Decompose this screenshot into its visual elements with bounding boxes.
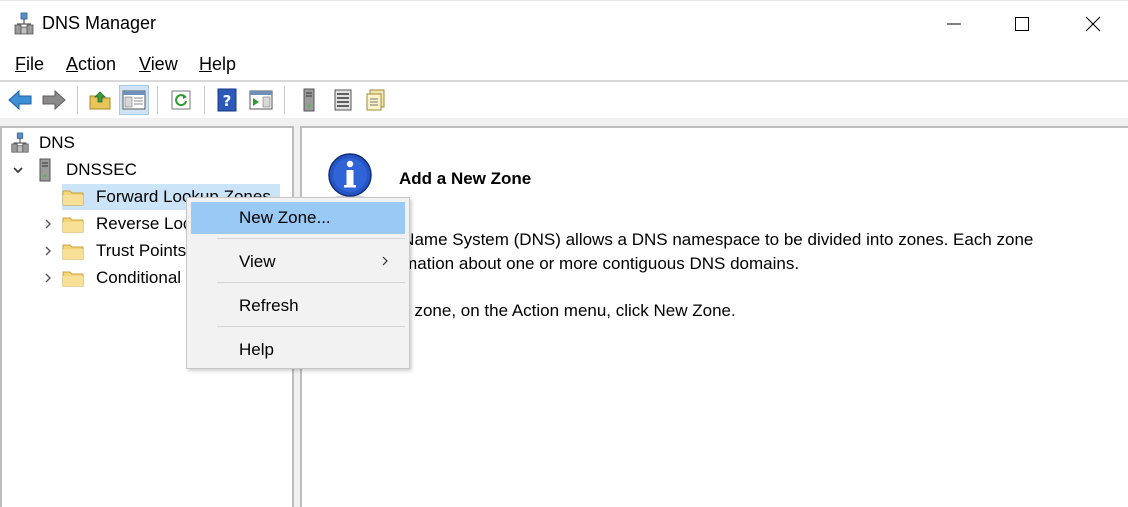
tree-node-trust-points[interactable]: Trust Points: [40, 238, 186, 264]
server-icon: [39, 158, 51, 182]
svg-text:?: ?: [223, 92, 232, 110]
tree-node-label: DNSSEC: [66, 160, 137, 179]
info-icon: [328, 153, 372, 201]
close-icon: [1085, 16, 1101, 32]
tree-node-label: Conditional: [96, 268, 182, 287]
folder-icon: [62, 271, 84, 287]
refresh-icon: [171, 90, 191, 110]
forward-button[interactable]: [39, 85, 69, 115]
toolbar-separator: [77, 86, 78, 114]
folder-icon: [62, 217, 84, 233]
properties-button[interactable]: [361, 85, 391, 115]
description-line: ew zone, on the Action menu, click New Z…: [388, 301, 736, 320]
expand-chevron-icon[interactable]: [40, 270, 56, 286]
forward-arrow-icon: [42, 89, 66, 111]
help-button[interactable]: ?: [212, 85, 242, 115]
tree-node-reverse-lookup-zones[interactable]: Reverse Loc: [40, 211, 191, 237]
close-button[interactable]: [1058, 0, 1128, 48]
menu-separator: [217, 282, 405, 283]
tree-node-server[interactable]: DNSSEC: [10, 157, 137, 183]
back-arrow-icon: [8, 89, 32, 111]
toolbar-separator: [157, 86, 158, 114]
window-title: DNS Manager: [42, 13, 157, 33]
menu-item-view[interactable]: View: [191, 246, 405, 278]
show-hide-action-pane-button[interactable]: [246, 85, 276, 115]
toolbar: ?: [0, 82, 1128, 118]
menu-item-new-zone[interactable]: New Zone...: [191, 202, 405, 234]
section-title: Add a New Zone: [399, 169, 532, 188]
expand-chevron-icon[interactable]: [40, 216, 56, 232]
menu-bar: File Action View Help: [0, 50, 1128, 80]
collapse-chevron-icon[interactable]: [10, 162, 26, 178]
toolbar-separator: [284, 86, 285, 114]
up-folder-icon: [89, 91, 111, 110]
menu-separator: [217, 326, 405, 327]
menu-item-help[interactable]: Help: [191, 334, 405, 366]
refresh-button[interactable]: [166, 85, 196, 115]
folder-icon: [62, 244, 84, 260]
toolbar-separator: [204, 86, 205, 114]
maximize-button[interactable]: [987, 0, 1057, 48]
title-bar: DNS Manager: [0, 0, 1128, 48]
properties-icon: [366, 89, 385, 111]
maximize-icon: [1015, 17, 1029, 31]
tree-node-dns[interactable]: DNS: [10, 130, 75, 156]
up-one-level-button[interactable]: [85, 85, 115, 115]
pane-gap: [0, 118, 1128, 126]
dns-manager-app-icon: [14, 12, 34, 35]
help-icon: ?: [217, 88, 237, 112]
show-hide-console-tree-button[interactable]: [119, 85, 149, 115]
tree-node-conditional-forwarders[interactable]: Conditional: [40, 265, 181, 291]
show-hide-console-tree-icon: [122, 90, 146, 110]
context-menu: New Zone... View Refresh Help: [186, 197, 410, 369]
tree-node-label: Trust Points: [96, 241, 187, 260]
menu-separator: [217, 238, 405, 239]
expand-chevron-icon[interactable]: [40, 243, 56, 259]
menu-help[interactable]: Help: [199, 54, 236, 75]
dns-root-icon: [11, 132, 29, 153]
tree-node-label: DNS: [39, 133, 75, 152]
description-line: n Name System (DNS) allows a DNS namespa…: [388, 230, 1034, 249]
list-icon: [334, 89, 352, 111]
minimize-button[interactable]: [919, 0, 989, 48]
server-button[interactable]: [294, 85, 324, 115]
action-pane-icon: [249, 90, 273, 110]
back-button[interactable]: [5, 85, 35, 115]
minimize-icon: [947, 23, 961, 25]
tree-node-label: Reverse Loc: [96, 214, 192, 233]
menu-item-refresh[interactable]: Refresh: [191, 290, 405, 322]
folder-icon: [62, 190, 84, 206]
server-icon: [303, 88, 315, 112]
menu-action[interactable]: Action: [66, 54, 116, 75]
menu-view[interactable]: View: [139, 54, 178, 75]
submenu-arrow-icon: [382, 256, 388, 266]
description-line: ormation about one or more contiguous DN…: [388, 254, 800, 273]
menu-file[interactable]: File: [15, 54, 44, 75]
list-button[interactable]: [328, 85, 358, 115]
